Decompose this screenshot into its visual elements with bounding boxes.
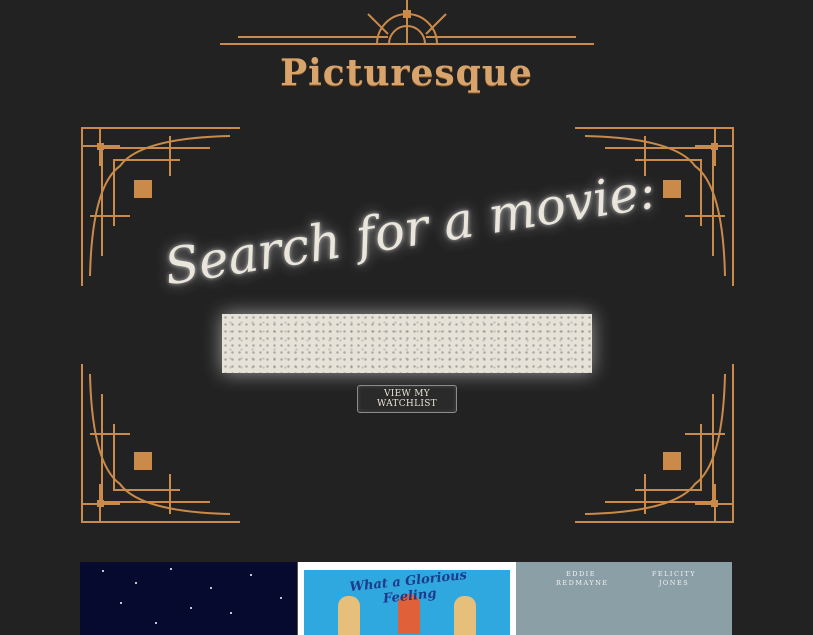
poster-actor-name: EDDIE REDMAYNE (556, 570, 609, 587)
poster-actor-name: FELICITY JONES (651, 570, 697, 587)
view-watchlist-button[interactable]: VIEW MY WATCHLIST (357, 385, 457, 413)
corner-ornament-bottom-right (575, 364, 734, 523)
movie-poster-strip: What a Glorious Feeling EDDIE REDMAYNE F… (80, 562, 733, 635)
brand-title: Picturesque (280, 52, 533, 94)
movie-search-input[interactable] (222, 314, 592, 373)
movie-poster[interactable] (80, 562, 297, 635)
corner-ornament-bottom-left (81, 364, 240, 523)
movie-poster[interactable]: EDDIE REDMAYNE FELICITY JONES (516, 562, 732, 635)
movie-poster[interactable]: What a Glorious Feeling (297, 562, 516, 635)
header-ornament (220, 0, 594, 45)
